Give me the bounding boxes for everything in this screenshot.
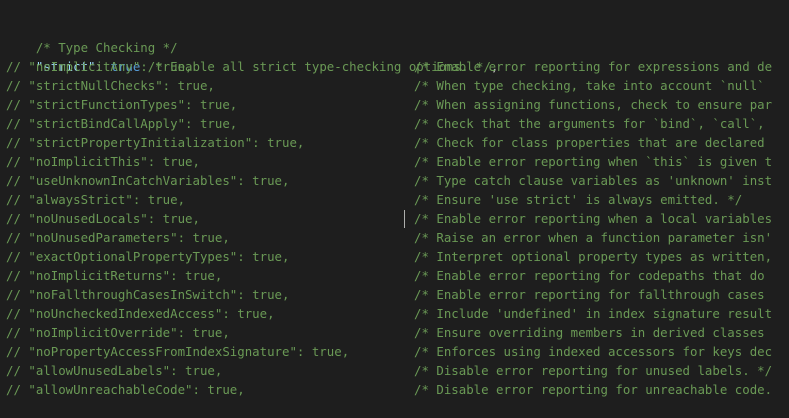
setting-comment: // "noImplicitThis": true, — [6, 154, 200, 169]
code-line: // "noImplicitAny": true, /* Enable erro… — [6, 57, 789, 76]
strict-setting-line: "strict": true /* Enable all strict type… — [6, 38, 789, 74]
description-comment: /* Check for class properties that are d… — [414, 135, 765, 150]
setting-comment: // "allowUnreachableCode": true, — [6, 382, 245, 397]
setting-comment: // "noUncheckedIndexedAccess": true, — [6, 306, 275, 321]
description-comment: /* Raise an error when a function parame… — [414, 230, 773, 245]
setting-comment: // "useUnknownInCatchVariables": true, — [6, 173, 290, 188]
code-line: // "strictFunctionTypes": true, /* When … — [6, 95, 789, 114]
code-editor[interactable]: /* Type Checking */ "strict": true /* En… — [0, 0, 789, 418]
code-line: // "noImplicitReturns": true, /* Enable … — [6, 266, 789, 285]
text-cursor — [404, 210, 405, 228]
code-line: // "noImplicitThis": true, /* Enable err… — [6, 152, 789, 171]
code-line: // "noPropertyAccessFromIndexSignature":… — [6, 342, 789, 361]
description-comment: /* Disable error reporting for unreachab… — [414, 382, 773, 397]
setting-comment: // "noUnusedLocals": true, — [6, 211, 200, 226]
description-comment: /* Enable error reporting for codepaths … — [414, 268, 765, 283]
setting-comment: // "noPropertyAccessFromIndexSignature":… — [6, 344, 350, 359]
description-comment: /* Include 'undefined' in index signatur… — [414, 306, 773, 321]
description-comment: /* Enable error reporting for expression… — [414, 59, 773, 74]
description-comment: /* Enable error reporting for fallthroug… — [414, 287, 765, 302]
description-comment: /* Ensure 'use strict' is always emitted… — [414, 192, 743, 207]
setting-comment: // "strictFunctionTypes": true, — [6, 97, 238, 112]
setting-comment: // "noImplicitAny": true, — [6, 59, 193, 74]
description-comment: /* Disable error reporting for unused la… — [414, 363, 773, 378]
code-line: // "noUnusedParameters": true, /* Raise … — [6, 228, 789, 247]
setting-comment: // "strictNullChecks": true, — [6, 78, 215, 93]
code-line: // "noUnusedLocals": true, /* Enable err… — [6, 209, 789, 228]
setting-comment: // "noUnusedParameters": true, — [6, 230, 230, 245]
description-comment: /* Enable error reporting when `this` is… — [414, 154, 773, 169]
setting-comment: // "strictPropertyInitialization": true, — [6, 135, 305, 150]
code-line: // "strictBindCallApply": true, /* Check… — [6, 114, 789, 133]
description-comment: /* When type checking, take into account… — [414, 78, 765, 93]
description-comment: /* Ensure overriding members in derived … — [414, 325, 765, 340]
description-comment: /* When assigning functions, check to en… — [414, 97, 773, 112]
code-line: // "useUnknownInCatchVariables": true, /… — [6, 171, 789, 190]
code-line: // "noFallthroughCasesInSwitch": true, /… — [6, 285, 789, 304]
setting-comment: // "noImplicitReturns": true, — [6, 268, 223, 283]
code-line: // "allowUnusedLabels": true, /* Disable… — [6, 361, 789, 380]
description-comment: /* Type catch clause variables as 'unkno… — [414, 173, 773, 188]
description-comment: /* Enforces using indexed accessors for … — [414, 344, 773, 359]
code-line: // "strictPropertyInitialization": true,… — [6, 133, 789, 152]
setting-comment: // "strictBindCallApply": true, — [6, 116, 238, 131]
code-line: // "noImplicitOverride": true, /* Ensure… — [6, 323, 789, 342]
code-line: // "strictNullChecks": true, /* When typ… — [6, 76, 789, 95]
description-comment: /* Enable error reporting when a local v… — [414, 211, 773, 226]
setting-comment: // "exactOptionalPropertyTypes": true, — [6, 249, 290, 264]
section-comment-line: /* Type Checking */ — [6, 19, 789, 55]
setting-comment: // "alwaysStrict": true, — [6, 192, 186, 207]
setting-comment: // "allowUnusedLabels": true, — [6, 363, 223, 378]
code-line: // "allowUnreachableCode": true, /* Disa… — [6, 380, 789, 399]
description-comment: /* Check that the arguments for `bind`, … — [414, 116, 765, 131]
code-line: // "noUncheckedIndexedAccess": true, /* … — [6, 304, 789, 323]
description-comment: /* Interpret optional property types as … — [414, 249, 773, 264]
setting-comment: // "noFallthroughCasesInSwitch": true, — [6, 287, 290, 302]
code-line: // "alwaysStrict": true, /* Ensure 'use … — [6, 190, 789, 209]
setting-comment: // "noImplicitOverride": true, — [6, 325, 230, 340]
code-line: // "exactOptionalPropertyTypes": true, /… — [6, 247, 789, 266]
